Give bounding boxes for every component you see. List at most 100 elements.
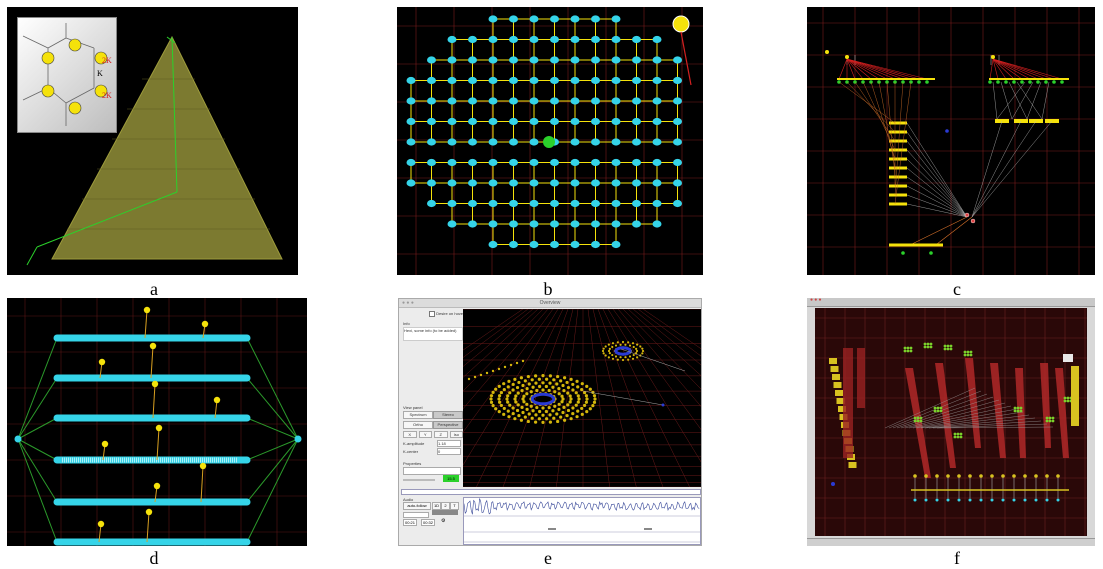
ring-dot [526,374,530,379]
ring-dot [574,403,578,407]
lattice-node [550,117,559,126]
lattice-node [632,56,641,64]
lattice-node [611,158,621,167]
checkbox[interactable] [429,311,435,317]
green-value: 15.5 [443,475,459,482]
link-arrow [680,31,692,86]
panel-e: ● ● ● Overview Desire on hover Info Hexi… [398,298,702,546]
lattice-node [611,76,621,85]
beam [935,363,956,468]
ring-dot [502,382,506,386]
tree-edge [906,140,968,218]
tree-edge [862,81,896,151]
cluster-node [916,416,920,420]
axis-y-button[interactable]: Y [418,431,432,438]
lattice-node [652,199,662,208]
lattice-node [632,35,641,44]
ring-dot [608,347,611,350]
lattice-node [529,179,539,187]
properties-slider[interactable] [403,467,461,475]
ring-dot [561,410,565,415]
graph-node [1028,80,1032,84]
perspective-button[interactable]: Perspective [433,421,463,429]
lattice-node [468,158,477,167]
ring-dot [591,403,595,408]
lattice-node [427,138,436,146]
settings-icon[interactable]: ⚙ [441,518,447,524]
lattice-node [550,199,559,208]
lattice-node [529,76,539,85]
audio-small-2[interactable]: 2 [441,502,450,510]
tree-edge [989,58,994,80]
amplitude-label: K-amplitude [403,441,425,446]
ring-dot [541,406,545,410]
lattice-node [509,56,518,64]
audio-small-1[interactable]: 1D [432,502,441,510]
tree-edge [936,216,973,245]
window-controls-f[interactable]: ● ● ● [810,298,822,303]
lattice-node [509,240,518,249]
pin-stem [144,309,148,339]
ring-dot [525,392,529,396]
auto-follow-button[interactable]: auto-follow [403,502,431,510]
axis-z-button[interactable]: Z [434,431,448,438]
audio-small-3[interactable]: T [450,502,459,510]
ring-dot [611,353,614,357]
hover-checkbox-row[interactable]: Desire on hover [429,311,464,317]
timeline-ruler[interactable] [401,489,701,495]
pin-head [151,380,159,388]
lattice-node [529,220,539,228]
ring-dot [574,391,578,395]
amplitude-field[interactable]: 1.18 [437,440,461,447]
lattice-node [591,138,600,146]
waveform-area[interactable] [463,497,701,545]
ring-dot [534,381,538,385]
graph-node [945,129,949,133]
value-slider[interactable] [403,479,435,481]
ring-dot [513,397,517,401]
stair-block [829,358,837,364]
lattice-node [591,56,600,64]
tree-edge [971,120,1003,218]
pin-head [1056,474,1060,478]
lattice-node [673,97,682,105]
endpoint-node [14,435,22,443]
ring-dot [502,412,506,416]
label-2k-top: 2K [102,56,112,65]
ring-dot [576,400,580,404]
lattice-node [570,158,580,167]
spectrum-button[interactable]: Spectrum [403,411,433,419]
audio-slider[interactable] [403,512,429,518]
cluster-node [949,347,953,351]
ring-dot [497,397,501,401]
ring-dot [522,400,526,404]
k-center-field[interactable]: 0 [437,448,461,455]
pin-stem [150,345,154,379]
ring-dot [632,345,635,349]
ring-dot [548,374,553,378]
cluster-node [933,406,937,410]
stereo-button[interactable]: Stereo [433,411,463,419]
selected-node [543,136,555,148]
axis-iso-button[interactable]: Iso [449,431,463,438]
ring-dot [489,400,494,404]
tree-edge [971,120,1037,218]
viewport-f[interactable] [815,308,1087,536]
ortho-button[interactable]: Ortho [403,421,433,429]
panel-b [397,7,703,275]
floor-grid [502,309,569,487]
lattice-node [570,220,580,228]
ring-dot [541,374,545,378]
cluster-node [929,345,933,349]
lattice-node [591,117,600,126]
lattice-node [427,199,436,208]
lattice-node [611,35,621,44]
bottom-bar-f[interactable] [807,538,1095,546]
lattice-node [591,35,600,44]
cluster-node [956,435,960,439]
viewport-3d[interactable] [463,309,701,487]
column [843,348,853,458]
ring-dot [547,388,551,393]
axis-x-button[interactable]: X [403,431,417,438]
ring-dot [566,391,570,395]
